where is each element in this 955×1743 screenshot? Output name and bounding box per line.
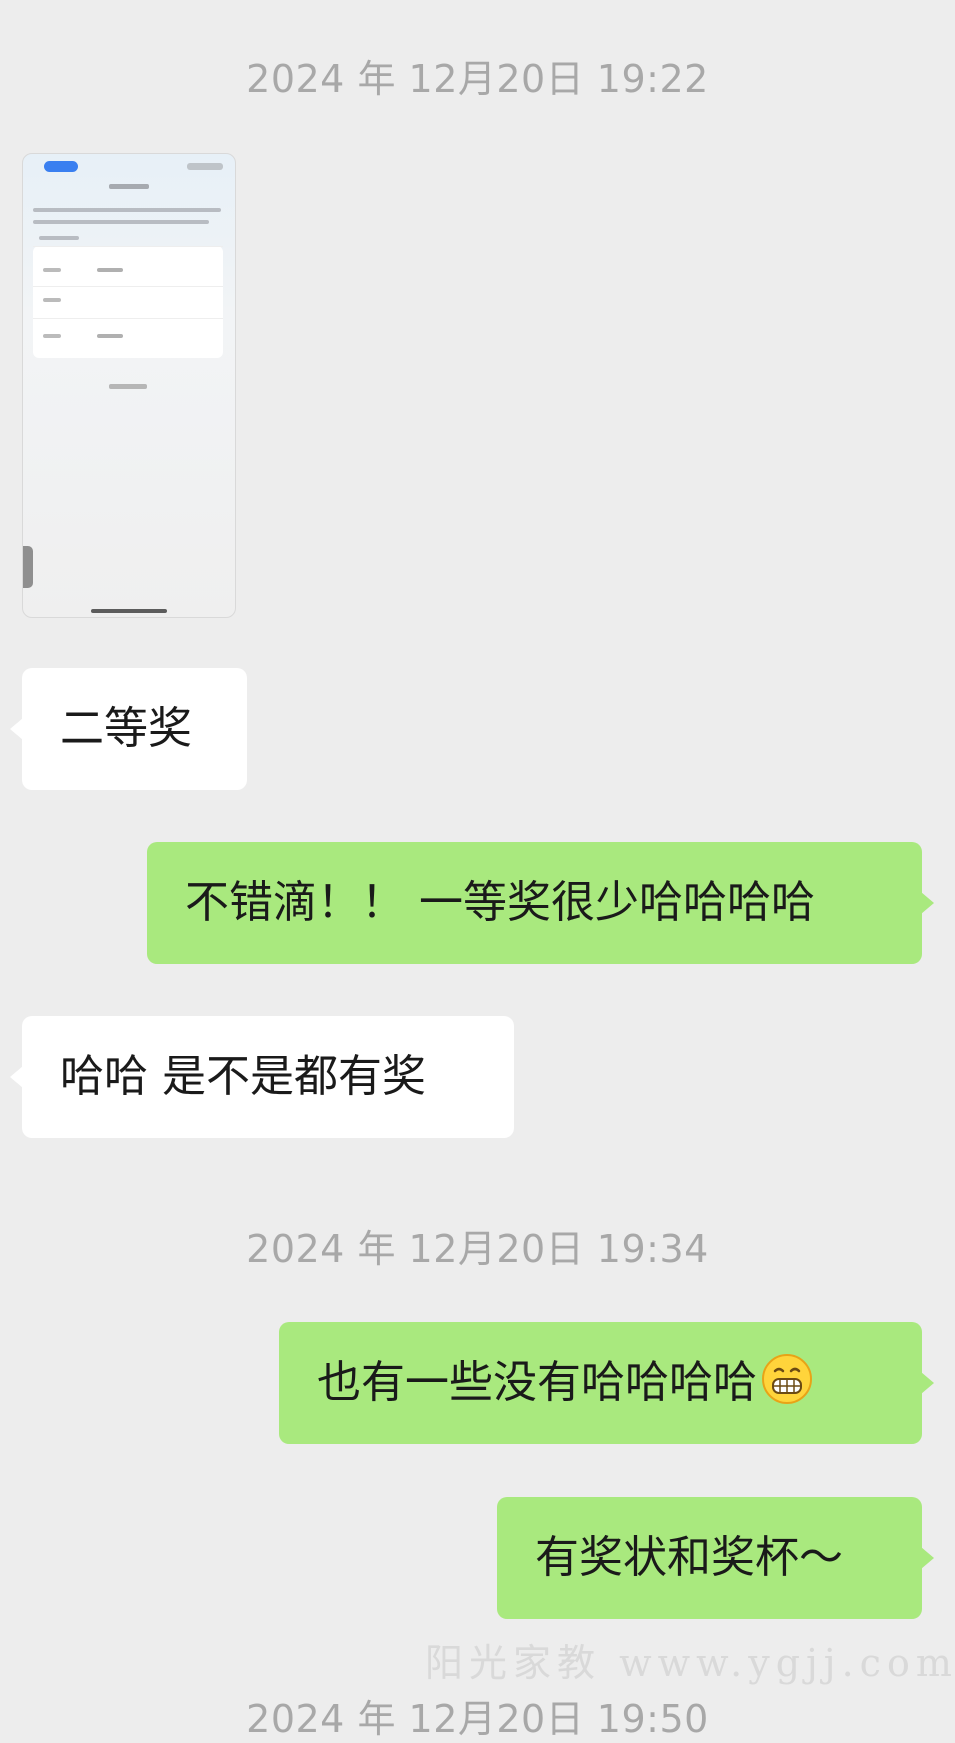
thumbnail-side-tab	[23, 546, 33, 588]
thumbnail-field-value	[97, 268, 123, 272]
message-bubble-outgoing[interactable]: 不错滴！！ 一等奖很少哈哈哈哈	[147, 842, 934, 964]
chat-timestamp: 2024 年 12月20日 19:50	[246, 1697, 709, 1741]
thumbnail-field-label	[43, 298, 61, 302]
thumbnail-title-bar	[109, 184, 149, 189]
site-watermark: 阳光家教 www.ygjj.com	[425, 1641, 955, 1685]
thumbnail-field-value	[97, 334, 123, 338]
image-message-thumbnail[interactable]	[22, 153, 236, 618]
message-text: 不错滴！！ 一等奖很少哈哈哈哈	[185, 877, 815, 928]
message-bubble-incoming[interactable]: 哈哈 是不是都有奖	[10, 1016, 514, 1138]
thumbnail-field-label	[43, 268, 61, 272]
thumbnail-status-pill	[44, 161, 78, 172]
message-text: 哈哈 是不是都有奖	[60, 1051, 426, 1102]
message-bubble-outgoing[interactable]: 也有一些没有哈哈哈哈	[279, 1322, 934, 1444]
thumbnail-submit-text	[109, 384, 147, 389]
message-text: 二等奖	[60, 703, 192, 754]
message-bubble-outgoing[interactable]: 有奖状和奖杯～	[497, 1497, 934, 1619]
thumbnail-text-line	[39, 236, 79, 240]
message-bubble-incoming[interactable]: 二等奖	[10, 668, 247, 790]
thumbnail-home-indicator	[91, 609, 167, 613]
chat-timestamp: 2024 年 12月20日 19:34	[246, 1227, 709, 1271]
thumbnail-text-line	[33, 208, 221, 212]
thumbnail-text-line	[33, 220, 209, 224]
message-text: 也有一些没有哈哈哈哈	[317, 1357, 757, 1408]
thumbnail-status-icons	[187, 163, 223, 170]
grinning-face-emoji-icon	[762, 1354, 812, 1404]
thumbnail-field-label	[43, 334, 61, 338]
message-text: 有奖状和奖杯～	[535, 1532, 843, 1583]
thumbnail-form-card	[33, 246, 223, 358]
chat-timestamp: 2024 年 12月20日 19:22	[246, 57, 709, 101]
